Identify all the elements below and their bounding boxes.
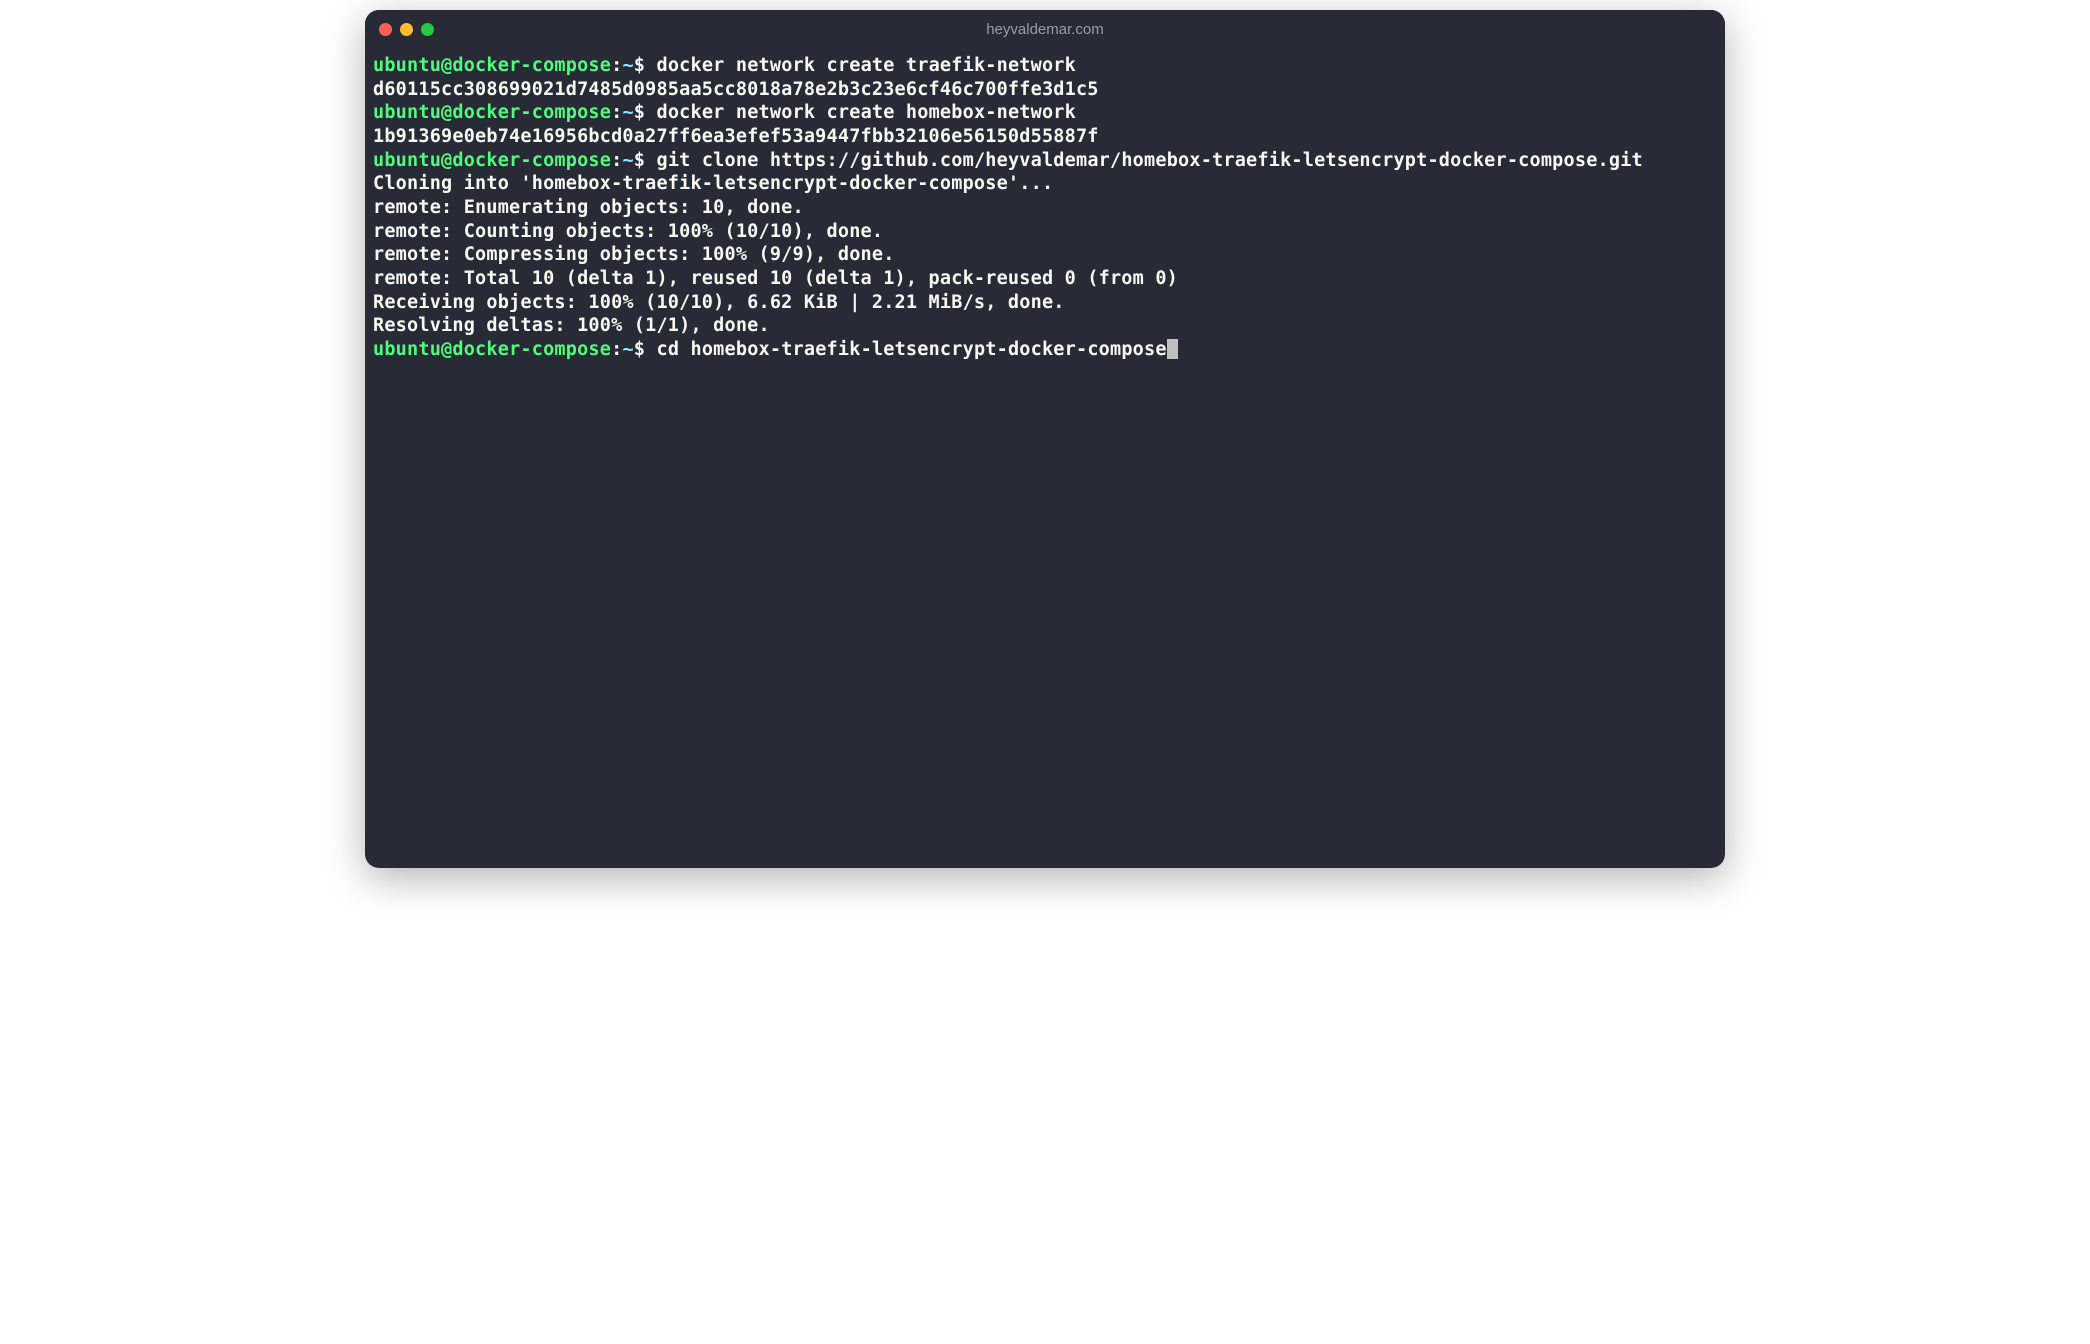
- prompt-dollar: $: [634, 339, 657, 360]
- terminal-line: remote: Compressing objects: 100% (9/9),…: [373, 243, 1717, 267]
- terminal-line: remote: Counting objects: 100% (10/10), …: [373, 220, 1717, 244]
- prompt-path: ~: [622, 339, 633, 360]
- prompt-colon: :: [611, 55, 622, 76]
- prompt-path: ~: [622, 55, 633, 76]
- terminal-line: ubuntu@docker-compose:~$ cd homebox-trae…: [373, 338, 1717, 362]
- terminal-line: Receiving objects: 100% (10/10), 6.62 Ki…: [373, 291, 1717, 315]
- prompt-dollar: $: [634, 102, 657, 123]
- output-text: d60115cc308699021d7485d0985aa5cc8018a78e…: [373, 79, 1099, 100]
- prompt-host: docker-compose: [452, 339, 611, 360]
- prompt-user: ubuntu: [373, 55, 441, 76]
- command-text: git clone https://github.com/heyvaldemar…: [656, 150, 1642, 171]
- cursor-icon: [1167, 339, 1178, 359]
- terminal-line: ubuntu@docker-compose:~$ git clone https…: [373, 149, 1717, 173]
- close-icon[interactable]: [379, 23, 392, 36]
- terminal-line: ubuntu@docker-compose:~$ docker network …: [373, 54, 1717, 78]
- output-text: remote: Enumerating objects: 10, done.: [373, 197, 804, 218]
- prompt-host: docker-compose: [452, 150, 611, 171]
- terminal-line: ubuntu@docker-compose:~$ docker network …: [373, 101, 1717, 125]
- command-text: docker network create homebox-network: [656, 102, 1076, 123]
- terminal-line: remote: Total 10 (delta 1), reused 10 (d…: [373, 267, 1717, 291]
- prompt-at: @: [441, 150, 452, 171]
- prompt-user: ubuntu: [373, 102, 441, 123]
- output-text: Resolving deltas: 100% (1/1), done.: [373, 315, 770, 336]
- command-text: docker network create traefik-network: [656, 55, 1076, 76]
- prompt-path: ~: [622, 102, 633, 123]
- terminal-window: heyvaldemar.com ubuntu@docker-compose:~$…: [365, 10, 1725, 868]
- prompt-user: ubuntu: [373, 150, 441, 171]
- prompt-at: @: [441, 102, 452, 123]
- terminal-line: Resolving deltas: 100% (1/1), done.: [373, 314, 1717, 338]
- prompt-host: docker-compose: [452, 102, 611, 123]
- title-bar: heyvaldemar.com: [365, 10, 1725, 48]
- terminal-line: d60115cc308699021d7485d0985aa5cc8018a78e…: [373, 78, 1717, 102]
- output-text: Receiving objects: 100% (10/10), 6.62 Ki…: [373, 292, 1065, 313]
- prompt-host: docker-compose: [452, 55, 611, 76]
- minimize-icon[interactable]: [400, 23, 413, 36]
- window-title: heyvaldemar.com: [986, 21, 1104, 38]
- prompt-colon: :: [611, 102, 622, 123]
- output-text: Cloning into 'homebox-traefik-letsencryp…: [373, 173, 1053, 194]
- prompt-colon: :: [611, 150, 622, 171]
- terminal-body[interactable]: ubuntu@docker-compose:~$ docker network …: [365, 48, 1725, 868]
- prompt-dollar: $: [634, 150, 657, 171]
- output-text: remote: Total 10 (delta 1), reused 10 (d…: [373, 268, 1178, 289]
- terminal-line: 1b91369e0eb74e16956bcd0a27ff6ea3efef53a9…: [373, 125, 1717, 149]
- prompt-path: ~: [622, 150, 633, 171]
- maximize-icon[interactable]: [421, 23, 434, 36]
- prompt-at: @: [441, 55, 452, 76]
- terminal-line: Cloning into 'homebox-traefik-letsencryp…: [373, 172, 1717, 196]
- terminal-line: remote: Enumerating objects: 10, done.: [373, 196, 1717, 220]
- command-text: cd homebox-traefik-letsencrypt-docker-co…: [656, 339, 1166, 360]
- prompt-dollar: $: [634, 55, 657, 76]
- output-text: remote: Counting objects: 100% (10/10), …: [373, 221, 883, 242]
- output-text: remote: Compressing objects: 100% (9/9),…: [373, 244, 895, 265]
- output-text: 1b91369e0eb74e16956bcd0a27ff6ea3efef53a9…: [373, 126, 1099, 147]
- prompt-at: @: [441, 339, 452, 360]
- traffic-lights: [379, 23, 434, 36]
- prompt-colon: :: [611, 339, 622, 360]
- prompt-user: ubuntu: [373, 339, 441, 360]
